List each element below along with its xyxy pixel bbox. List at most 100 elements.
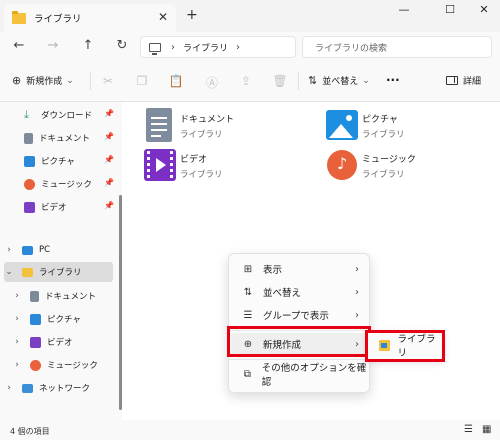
chevron-right-icon[interactable]: › — [12, 314, 22, 324]
menu-item-label: その他のオプションを確認 — [261, 363, 367, 388]
command-bar: ⊕ 新規作成 ⌄ ✂ ❐ 📋 Ⓐ ⇪ 🗑 ⇅ 並べ替え ⌄ ··· 詳細 — [0, 62, 500, 102]
open-external-icon: ⧉ — [243, 368, 251, 380]
menu-item-label: 並べ替え — [263, 288, 302, 299]
status-bar: 4 個の項目 ☰ ▦ — [0, 420, 500, 440]
refresh-button[interactable]: ↻ — [113, 38, 131, 53]
library-item-videos[interactable]: ビデオ ライブラリ — [144, 148, 223, 184]
pictures-library-icon — [326, 108, 358, 144]
pc-icon — [149, 42, 161, 55]
chevron-right-icon[interactable]: › — [4, 383, 14, 393]
network-icon — [22, 383, 33, 393]
back-button[interactable]: ← — [10, 38, 28, 53]
rename-icon[interactable]: Ⓐ — [204, 74, 220, 91]
sidebar-item-label: PC — [39, 245, 51, 255]
sidebar-item-pc[interactable]: › PC — [4, 240, 116, 260]
new-tab-button[interactable]: + — [186, 7, 198, 23]
chevron-down-icon: ⌄ — [362, 75, 370, 86]
paste-icon[interactable]: 📋 — [168, 74, 184, 88]
folder-icon — [22, 267, 33, 277]
tab-close-button[interactable]: ✕ — [158, 10, 168, 24]
folder-icon — [12, 10, 26, 24]
document-icon — [30, 290, 39, 302]
breadcrumb-library[interactable]: ライブラリ — [183, 41, 228, 54]
library-item-music[interactable]: ♪ ミュージック ライブラリ — [326, 148, 416, 184]
library-item-pictures[interactable]: ピクチャ ライブラリ — [326, 108, 405, 144]
music-library-icon: ♪ — [326, 148, 357, 184]
close-button[interactable]: ✕ — [474, 3, 494, 16]
pin-icon: 📌 — [104, 155, 114, 164]
up-button[interactable]: ↑ — [79, 38, 97, 53]
sidebar-item-label: ビデオ — [41, 203, 67, 213]
tiles-view-icon[interactable]: ▦ — [482, 424, 491, 435]
pin-icon: 📌 — [104, 178, 114, 187]
chevron-right-icon: › — [355, 263, 359, 275]
music-icon — [30, 359, 41, 371]
highlight-library-submenu-item — [365, 330, 445, 362]
chevron-right-icon[interactable]: › — [12, 291, 22, 301]
menu-item-more-options[interactable]: ⧉ その他のオプションを確認 — [231, 363, 369, 388]
details-button-label: 詳細 — [463, 77, 482, 87]
menu-item-group-by[interactable]: ☰ グループで表示 › — [231, 304, 369, 326]
sort-button[interactable]: ⇅ 並べ替え ⌄ — [308, 74, 370, 87]
tab-title: ライブラリ — [34, 14, 82, 25]
sidebar-item-lib-music[interactable]: › ミュージック — [12, 355, 116, 375]
new-button[interactable]: ⊕ 新規作成 ⌄ — [12, 74, 74, 87]
library-item-documents[interactable]: ドキュメント ライブラリ — [144, 108, 234, 144]
chevron-right-icon[interactable]: › — [12, 360, 22, 370]
library-type: ライブラリ — [362, 130, 405, 140]
sidebar-item-label: ライブラリ — [39, 268, 82, 278]
sidebar-item-lib-pictures[interactable]: › ピクチャ — [12, 309, 116, 329]
document-icon — [24, 132, 33, 144]
menu-item-view[interactable]: ⊞ 表示 › — [231, 258, 369, 280]
chevron-down-icon[interactable]: ⌄ — [4, 267, 14, 277]
sidebar-item-label: ドキュメント — [45, 292, 97, 302]
pin-icon: 📌 — [104, 132, 114, 141]
menu-item-label: 表示 — [263, 265, 283, 276]
maximize-button[interactable]: ☐ — [440, 3, 460, 16]
search-input[interactable]: ライブラリの検索 — [302, 36, 492, 58]
chevron-right-icon[interactable]: › — [4, 245, 14, 255]
details-pane-icon — [446, 76, 458, 85]
library-name: ピクチャ — [362, 115, 398, 125]
context-menu: ⊞ 表示 › ⇅ 並べ替え › ☰ グループで表示 › ⊕ 新規作成 › ⧉ そ… — [228, 253, 370, 393]
breadcrumb-separator[interactable]: › — [236, 42, 240, 53]
breadcrumb-separator: › — [171, 41, 175, 53]
document-library-icon — [144, 108, 174, 144]
minimize-button[interactable]: — — [394, 3, 414, 16]
sidebar-item-network[interactable]: › ネットワーク — [4, 378, 116, 398]
forward-button[interactable]: → — [44, 38, 62, 53]
more-options-button[interactable]: ··· — [386, 73, 400, 87]
library-type: ライブラリ — [180, 130, 223, 140]
music-icon — [24, 178, 35, 190]
sidebar-item-label: ダウンロード — [41, 111, 93, 121]
video-icon — [30, 336, 41, 348]
sidebar-item-lib-documents[interactable]: › ドキュメント — [12, 286, 116, 306]
sidebar-item-label: ピクチャ — [47, 315, 81, 325]
details-button[interactable]: 詳細 — [446, 74, 481, 87]
list-view-icon[interactable]: ☰ — [464, 424, 473, 435]
library-name: ミュージック — [362, 155, 416, 165]
library-type: ライブラリ — [362, 170, 405, 180]
cut-icon[interactable]: ✂ — [100, 74, 116, 88]
sort-icon: ⇅ — [243, 286, 253, 298]
menu-item-label: グループで表示 — [263, 311, 329, 322]
copy-icon[interactable]: ❐ — [134, 74, 150, 88]
share-icon[interactable]: ⇪ — [238, 74, 254, 88]
navigation-pane: ⤓ ダウンロード 📌 ドキュメント 📌 ピクチャ 📌 ミュージック 📌 ビデオ … — [0, 102, 122, 420]
pin-icon: 📌 — [104, 201, 114, 210]
library-type: ライブラリ — [180, 170, 223, 180]
chevron-right-icon: › — [355, 309, 359, 321]
chevron-right-icon: › — [355, 286, 359, 298]
pictures-icon — [30, 313, 41, 325]
group-icon: ☰ — [243, 309, 253, 321]
tab-library[interactable]: ライブラリ ✕ — [4, 4, 176, 32]
sidebar-item-lib-videos[interactable]: › ビデオ — [12, 332, 116, 352]
library-name: ドキュメント — [180, 115, 235, 125]
chevron-right-icon[interactable]: › — [12, 337, 22, 347]
menu-item-sort[interactable]: ⇅ 並べ替え › — [231, 281, 369, 303]
address-bar[interactable]: › ライブラリ › — [140, 36, 296, 58]
sidebar-item-label: ミュージック — [47, 361, 98, 371]
sidebar-item-libraries[interactable]: ⌄ ライブラリ — [4, 262, 113, 282]
delete-icon[interactable]: 🗑 — [272, 74, 288, 88]
chevron-down-icon: ⌄ — [66, 75, 74, 86]
